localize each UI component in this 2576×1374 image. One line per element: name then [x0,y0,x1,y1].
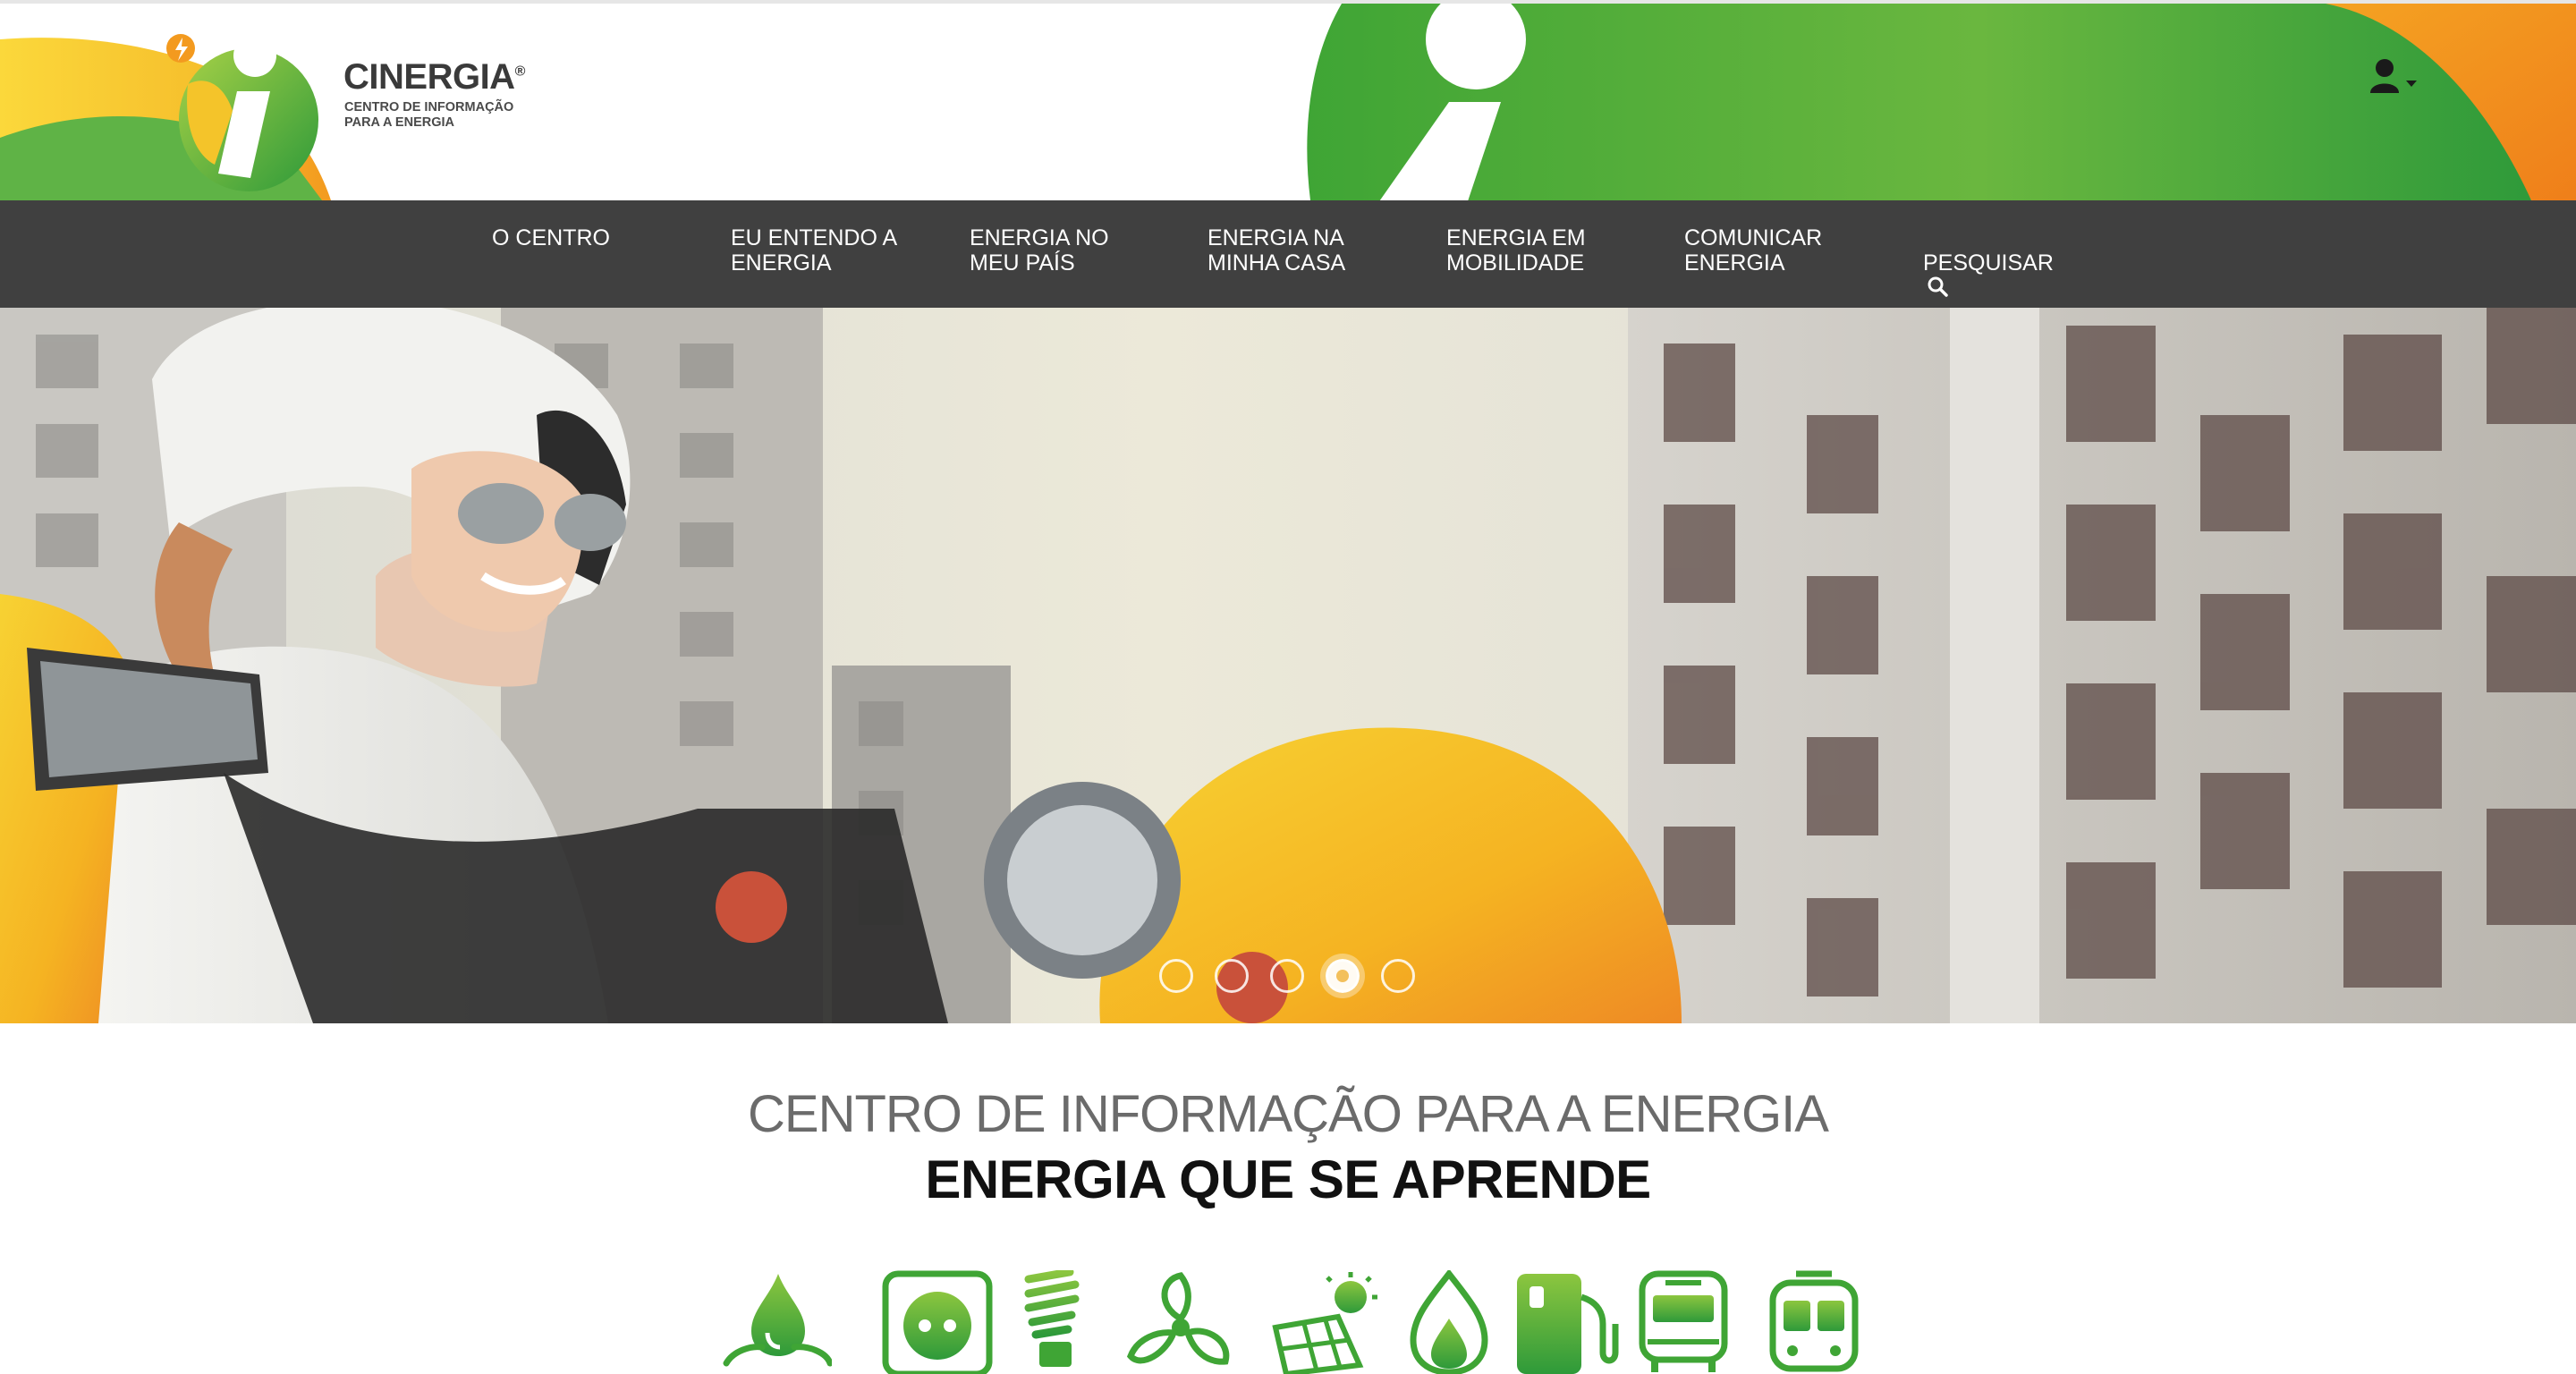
carousel-dot-1[interactable] [1159,959,1193,993]
power-socket-icon[interactable] [878,1270,995,1374]
hero-carousel [0,308,2576,1023]
carousel-dot-5[interactable] [1381,959,1415,993]
nav-item-comunicar-energia[interactable]: COMUNICAR ENERGIA [1684,225,1822,276]
user-menu[interactable] [2363,55,2428,100]
fuel-pump-icon[interactable] [1510,1270,1626,1374]
site-header: CINERGIA® CENTRO DE INFORMAÇÃO PARA A EN… [0,0,2576,200]
topic-icons-row [0,1270,2576,1374]
brand-tagline: CENTRO DE INFORMAÇÃO PARA A ENERGIA [344,100,514,130]
gas-flame-icon[interactable] [1401,1270,1517,1374]
intro-title: CENTRO DE INFORMAÇÃO PARA A ENERGIA [748,1085,1829,1143]
brand-name[interactable]: CINERGIA® [343,57,525,98]
wind-turbine-icon[interactable] [1122,1270,1238,1374]
water-drop-icon[interactable] [716,1270,832,1374]
nav-item-energia-na-minha-casa[interactable]: ENERGIA NA MINHA CASA [1208,225,1345,276]
nav-item-energia-em-mobilidade[interactable]: ENERGIA EM MOBILIDADE [1446,225,1586,276]
caret-down-icon [2406,81,2417,87]
bus-icon[interactable] [1630,1270,1746,1374]
intro-subtitle: ENERGIA QUE SE APRENDE [925,1149,1651,1209]
carousel-dot-3[interactable] [1270,959,1304,993]
user-icon [2370,59,2399,93]
nav-item-eu-entendo-a-energia[interactable]: EU ENTENDO A ENERGIA [731,225,897,276]
train-icon[interactable] [1760,1270,1877,1374]
nav-item-pesquisar[interactable]: PESQUISAR [1923,225,2054,301]
woman-on-motorcycle-photo [0,308,2576,1023]
nav-item-o-centro[interactable]: O CENTRO [492,225,610,250]
nav-item-energia-no-meu-pais[interactable]: ENERGIA NO MEU PAÍS [970,225,1109,276]
carousel-dot-4-active[interactable] [1326,959,1360,993]
nav-item-pesquisar-label: PESQUISAR [1923,250,2054,276]
carousel-dot-2[interactable] [1215,959,1249,993]
energy-saving-bulb-icon[interactable] [1009,1270,1125,1374]
search-icon [1928,276,1948,297]
main-navigation: O CENTRO EU ENTENDO A ENERGIA ENERGIA NO… [0,200,2576,308]
solar-panel-icon[interactable] [1267,1270,1383,1374]
